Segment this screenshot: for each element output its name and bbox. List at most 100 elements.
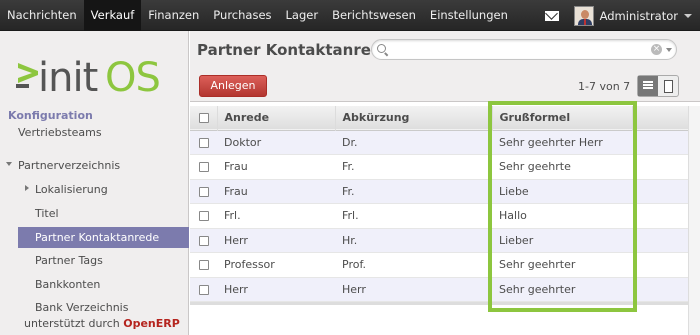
sidebar: init OS Konfiguration Vertriebsteams Par… (0, 31, 189, 335)
caret-down-icon[interactable] (6, 162, 12, 166)
menu-berichtswesen[interactable]: Berichtswesen (325, 0, 423, 31)
chevron-down-icon[interactable] (666, 48, 672, 52)
row-checkbox[interactable] (199, 162, 209, 173)
search-icon (377, 44, 386, 53)
cell-anrede[interactable]: Herr (217, 228, 335, 253)
cell-spacer (632, 179, 688, 204)
column-header-spacer (631, 106, 688, 130)
cell-grussformel[interactable]: Sehr geehrter (492, 277, 632, 302)
row-select-cell (190, 228, 217, 253)
sidebar-section-konfiguration: Konfiguration (8, 109, 93, 122)
search-input[interactable] (392, 42, 642, 57)
sidebar-item-bankkonten[interactable]: Bankkonten (35, 278, 100, 291)
sidebar-item-vertriebsteams[interactable]: Vertriebsteams (18, 126, 102, 139)
cell-abkuerzung[interactable]: Fr. (335, 179, 492, 204)
cell-grussformel[interactable]: Liebe (492, 179, 632, 204)
menu-verkauf[interactable]: Verkauf (83, 0, 142, 31)
cell-spacer (632, 277, 688, 302)
cell-grussformel[interactable]: Sehr geehrte (492, 155, 632, 180)
pager-value[interactable]: 1-7 von 7 (578, 80, 630, 93)
column-header-abkuerzung[interactable]: Abkürzung (334, 106, 492, 130)
row-checkbox[interactable] (199, 137, 209, 148)
cell-spacer (632, 155, 688, 180)
menu-lager[interactable]: Lager (279, 0, 326, 31)
row-select-cell (190, 130, 217, 155)
user-area: Administrator (544, 0, 700, 31)
powered-by: unterstützt durch OpenERP (24, 317, 180, 330)
openerp-link[interactable]: OpenERP (123, 317, 180, 330)
menu-finanzen[interactable]: Finanzen (141, 0, 206, 31)
page-title: Partner Kontaktanrede (197, 41, 392, 59)
cell-grussformel[interactable]: Sehr geehrter Herr (492, 130, 632, 155)
table-row[interactable]: Doktor Dr. Sehr geehrter Herr (190, 130, 688, 155)
powered-by-text: unterstützt durch (24, 317, 120, 330)
cell-abkuerzung[interactable]: Herr (335, 277, 492, 302)
column-header-grussformel[interactable]: Grußformel (491, 106, 632, 130)
chevron-down-icon[interactable] (684, 13, 692, 18)
company-logo: init OS (16, 55, 161, 101)
table-row[interactable]: Professor Prof. Sehr geehrter (190, 252, 688, 278)
list-view-icon[interactable] (638, 76, 658, 96)
menu-einstellungen[interactable]: Einstellungen (423, 0, 515, 31)
cell-anrede[interactable]: Frau (217, 179, 335, 204)
cell-anrede[interactable]: Doktor (217, 130, 335, 155)
view-switcher (637, 75, 679, 97)
menu-nachrichten[interactable]: Nachrichten (0, 0, 84, 31)
cell-anrede[interactable]: Professor (217, 253, 335, 278)
main-content: Partner Kontaktanrede × Anlegen 1-7 von … (190, 31, 700, 335)
cell-anrede[interactable]: Frl. (217, 204, 335, 229)
cell-anrede[interactable]: Frau (217, 155, 335, 180)
avatar[interactable] (573, 5, 594, 26)
table-row[interactable]: Frl. Frl. Hallo (190, 203, 688, 229)
row-checkbox[interactable] (199, 186, 209, 197)
create-button[interactable]: Anlegen (199, 75, 267, 97)
sidebar-item-lokalisierung[interactable]: Lokalisierung (35, 183, 108, 196)
cell-spacer (632, 204, 688, 229)
cell-abkuerzung[interactable]: Prof. (335, 253, 492, 278)
row-select-cell (190, 253, 217, 278)
cell-spacer (632, 253, 688, 278)
sidebar-item-partner-kontaktanrede[interactable]: Partner Kontaktanrede (18, 227, 189, 248)
table-row[interactable]: Frau Fr. Liebe (190, 179, 688, 204)
table-row[interactable]: Herr Hr. Lieber (190, 228, 688, 253)
caret-right-icon[interactable] (25, 185, 29, 191)
cell-abkuerzung[interactable]: Hr. (335, 228, 492, 253)
envelope-icon[interactable] (544, 10, 559, 21)
clear-icon[interactable]: × (651, 44, 662, 55)
cell-abkuerzung[interactable]: Frl. (335, 204, 492, 229)
column-header-anrede[interactable]: Anrede (216, 106, 335, 130)
sidebar-item-partner-tags[interactable]: Partner Tags (35, 254, 103, 267)
list-table: Anrede Abkürzung Grußformel Doktor Dr. S… (190, 106, 688, 302)
search-box[interactable]: × (371, 39, 677, 60)
vertical-scrollbar[interactable] (688, 106, 700, 335)
cell-grussformel[interactable]: Sehr geehrter (492, 253, 632, 278)
form-view-icon[interactable] (658, 76, 678, 96)
user-menu-name[interactable]: Administrator (600, 9, 678, 23)
row-checkbox[interactable] (199, 211, 209, 222)
sidebar-item-titel[interactable]: Titel (35, 207, 59, 220)
row-select-cell (190, 277, 217, 302)
table-row[interactable]: Herr Herr Sehr geehrter (190, 277, 688, 302)
sidebar-item-partnerverzeichnis[interactable]: Partnerverzeichnis (18, 159, 120, 172)
sidebar-item-bank-verzeichnis[interactable]: Bank Verzeichnis (35, 301, 128, 314)
select-all-checkbox[interactable] (199, 113, 209, 124)
row-select-cell (190, 179, 217, 204)
svg-text:OS: OS (105, 55, 160, 101)
cell-spacer (632, 228, 688, 253)
table-header-row: Anrede Abkürzung Grußformel (190, 106, 688, 130)
cell-grussformel[interactable]: Hallo (492, 204, 632, 229)
cell-spacer (632, 130, 688, 155)
row-checkbox[interactable] (199, 260, 209, 271)
select-all-cell (190, 106, 217, 130)
view-header: Partner Kontaktanrede × Anlegen 1-7 von … (190, 31, 700, 102)
cell-abkuerzung[interactable]: Fr. (335, 155, 492, 180)
table-row[interactable]: Frau Fr. Sehr geehrte (190, 154, 688, 180)
row-select-cell (190, 204, 217, 229)
cell-abkuerzung[interactable]: Dr. (335, 130, 492, 155)
cell-anrede[interactable]: Herr (217, 277, 335, 302)
cell-grussformel[interactable]: Lieber (492, 228, 632, 253)
menu-purchases[interactable]: Purchases (206, 0, 278, 31)
row-checkbox[interactable] (199, 284, 209, 295)
row-checkbox[interactable] (199, 235, 209, 246)
top-navbar: Nachrichten Verkauf Finanzen Purchases L… (0, 0, 700, 31)
